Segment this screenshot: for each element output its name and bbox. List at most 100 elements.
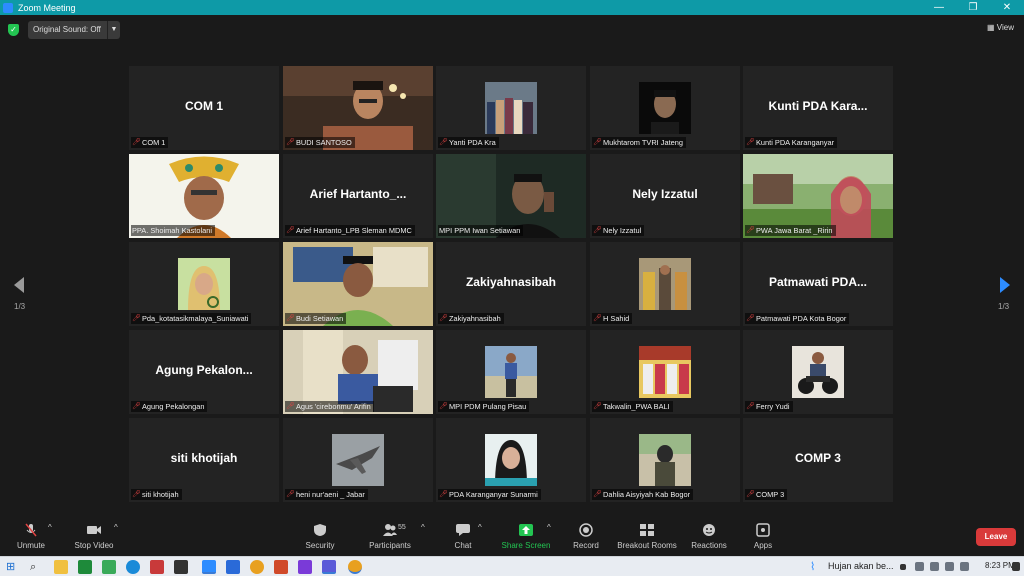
maximize-button[interactable]: ❐: [956, 0, 990, 15]
participant-name-display: Patmawati PDA...: [768, 275, 868, 289]
participant-tile[interactable]: 🎤︎ Mukhtarom TVRI Jateng: [590, 66, 740, 150]
leave-button[interactable]: Leave: [976, 528, 1016, 546]
muted-mic-icon: 🎤︎: [132, 138, 141, 146]
participant-label: 🎤︎ PDA Karanganyar Sunarmi: [438, 489, 541, 500]
participant-name: Agung Pekalongan: [142, 402, 205, 411]
participants-button[interactable]: 55 Participants: [366, 523, 414, 550]
participant-name: BUDI SANTOSO: [296, 138, 352, 147]
participant-tile[interactable]: Arief Hartanto_... 🎤︎ Arief Hartanto_LPB …: [283, 154, 433, 238]
participant-name: Dahlia Aisyiyah Kab Bogor: [603, 490, 691, 499]
notification-icon[interactable]: [1012, 562, 1020, 571]
record-label: Record: [573, 541, 599, 550]
participant-name: heni nur'aeni _ Jabar: [296, 490, 365, 499]
excel-icon[interactable]: [78, 560, 92, 574]
participant-tile[interactable]: 🎤︎ heni nur'aeni _ Jabar: [283, 418, 433, 502]
breakout-rooms-label: Breakout Rooms: [617, 541, 677, 550]
record-button[interactable]: Record: [570, 523, 602, 550]
participant-tile[interactable]: 🎤︎ BUDI SANTOSO: [283, 66, 433, 150]
participant-tile[interactable]: 🎤︎ MPI PDM Pulang Pisau: [436, 330, 586, 414]
muted-mic-icon: 🎤︎: [286, 226, 295, 234]
participant-tile[interactable]: 🎤︎ PWA Jawa Barat _Ririn: [743, 154, 893, 238]
chrome-active-icon[interactable]: [348, 560, 362, 574]
chevron-up-icon[interactable]: [900, 564, 906, 570]
participant-tile[interactable]: 🎤︎ Takwalin_PWA BALI: [590, 330, 740, 414]
video-options-caret-icon[interactable]: ^: [114, 523, 118, 532]
file-explorer-icon[interactable]: [54, 560, 68, 574]
page-indicator-left: 1/3: [14, 302, 26, 311]
participant-tile[interactable]: 🎤︎ Pda_kotatasikmalaya_Suniawati: [129, 242, 279, 326]
participant-name: COM 1: [142, 138, 166, 147]
participant-name: PPA. Shoimah Kastolani: [132, 226, 212, 235]
apps-button[interactable]: Apps: [750, 523, 776, 550]
participant-label: 🎤︎ Mukhtarom TVRI Jateng: [592, 137, 686, 148]
chat-options-caret-icon[interactable]: ^: [478, 523, 482, 532]
participant-video: [485, 82, 537, 134]
minimize-button[interactable]: —: [922, 0, 956, 15]
network-icon[interactable]: [915, 562, 924, 571]
shield-icon[interactable]: ✓: [8, 24, 19, 36]
participant-name: Yanti PDA Kra: [449, 138, 496, 147]
teams-icon[interactable]: [322, 560, 336, 574]
pdf-reader-icon[interactable]: [150, 560, 164, 574]
breakout-rooms-button[interactable]: Breakout Rooms: [616, 523, 678, 550]
participant-tile[interactable]: 🎤︎ PDA Karanganyar Sunarmi: [436, 418, 586, 502]
audio-options-caret-icon[interactable]: ^: [48, 523, 52, 532]
chevron-down-icon[interactable]: ▼: [107, 21, 120, 39]
participant-tile[interactable]: 🎤︎ H Sahid: [590, 242, 740, 326]
weather-text[interactable]: Hujan akan be...: [828, 561, 894, 571]
participant-name: siti khotijah: [142, 490, 179, 499]
participant-tile[interactable]: siti khotijah 🎤︎ siti khotijah: [129, 418, 279, 502]
view-button[interactable]: ▦ View: [987, 23, 1014, 32]
search-icon[interactable]: ⌕: [30, 560, 44, 574]
share-options-caret-icon[interactable]: ^: [547, 523, 551, 532]
participants-options-caret-icon[interactable]: ^: [421, 523, 425, 532]
taskbar-clock[interactable]: 8:23 PM: [985, 561, 1015, 570]
participant-tile[interactable]: MPI PPM Iwan Setiawan: [436, 154, 586, 238]
muted-mic-icon: 🎤︎: [132, 490, 141, 498]
language-icon[interactable]: [960, 562, 969, 571]
participant-tile[interactable]: COMP 3 🎤︎ COMP 3: [743, 418, 893, 502]
window-controls: — ❐ ✕: [922, 0, 1024, 15]
participant-tile[interactable]: Kunti PDA Kara... 🎤︎ Kunti PDA Karanganya…: [743, 66, 893, 150]
security-button[interactable]: Security: [302, 523, 338, 550]
muted-mic-icon: 🎤︎: [593, 490, 602, 498]
previous-page-arrow-icon[interactable]: [12, 276, 26, 294]
participant-tile[interactable]: Nely Izzatul 🎤︎ Nely Izzatul: [590, 154, 740, 238]
participant-tile[interactable]: 🎤︎ Agus 'cirebonmu' Arifin: [283, 330, 433, 414]
share-screen-button[interactable]: Share Screen: [500, 523, 552, 550]
participant-label: 🎤︎ siti khotijah: [131, 489, 182, 500]
participant-name: Budi Setiawan: [296, 314, 344, 323]
zoom-taskbar-icon[interactable]: [202, 560, 216, 574]
next-page-arrow-icon[interactable]: [998, 276, 1012, 294]
participant-tile[interactable]: Patmawati PDA... 🎤︎ Patmawati PDA Kota Bo…: [743, 242, 893, 326]
participant-tile[interactable]: Zakiyahnasibah 🎤︎ Zakiyahnasibah: [436, 242, 586, 326]
participant-tile[interactable]: COM 1 🎤︎ COM 1: [129, 66, 279, 150]
participant-tile[interactable]: 🎤︎ Budi Setiawan: [283, 242, 433, 326]
edge-browser-icon[interactable]: [126, 560, 140, 574]
participant-tile[interactable]: PPA. Shoimah Kastolani: [129, 154, 279, 238]
muted-mic-icon: 🎤︎: [439, 314, 448, 322]
wifi-icon[interactable]: [945, 562, 954, 571]
powerpoint-icon[interactable]: [274, 560, 288, 574]
chrome-icon[interactable]: [250, 560, 264, 574]
windows-start-icon[interactable]: ⊞: [6, 560, 20, 574]
close-button[interactable]: ✕: [990, 0, 1024, 15]
unmute-button[interactable]: Unmute: [14, 523, 48, 550]
participant-tile[interactable]: 🎤︎ Yanti PDA Kra: [436, 66, 586, 150]
original-sound-button[interactable]: Original Sound: Off ▼: [28, 21, 120, 39]
speaker-icon[interactable]: [930, 562, 939, 571]
participant-name-display: COM 1: [184, 99, 223, 113]
twitch-icon[interactable]: [298, 560, 312, 574]
reactions-button[interactable]: Reactions: [690, 523, 728, 550]
participant-name: Takwalin_PWA BALI: [603, 402, 670, 411]
muted-mic-icon: 🎤︎: [593, 314, 602, 322]
app-icon[interactable]: [102, 560, 116, 574]
stop-video-button[interactable]: Stop Video: [72, 523, 116, 550]
chat-button[interactable]: Chat: [450, 523, 476, 550]
participant-tile[interactable]: 🎤︎ Ferry Yudi: [743, 330, 893, 414]
participant-tile[interactable]: Agung Pekalon... 🎤︎ Agung Pekalongan: [129, 330, 279, 414]
media-player-icon[interactable]: [174, 560, 188, 574]
store-icon[interactable]: [226, 560, 240, 574]
participant-tile[interactable]: 🎤︎ Dahlia Aisyiyah Kab Bogor: [590, 418, 740, 502]
muted-mic-icon: 🎤︎: [746, 490, 755, 498]
